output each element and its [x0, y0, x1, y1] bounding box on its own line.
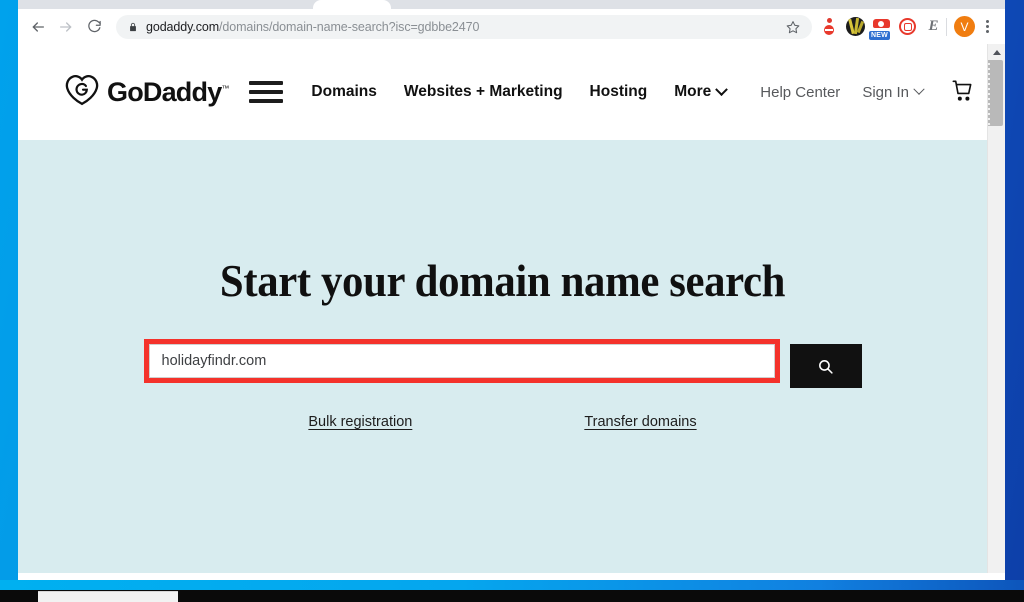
util-label: Help Center: [760, 83, 841, 101]
url-path: /domains/domain-name-search?isc=gdbbe247…: [219, 19, 480, 34]
hero-links: Bulk registration Transfer domains: [18, 414, 987, 430]
reload-button[interactable]: [80, 13, 108, 41]
godaddy-logo-text: GoDaddy: [107, 76, 222, 107]
domain-search-highlight: [143, 339, 780, 383]
chevron-down-icon: [715, 82, 729, 96]
hero-section: Start your domain name search holidayfin…: [18, 140, 987, 589]
browser-tab-strip: [18, 0, 1005, 9]
address-bar[interactable]: godaddy.com/domains/domain-name-search?i…: [116, 14, 812, 39]
browser-toolbar: godaddy.com/domains/domain-name-search?i…: [18, 9, 1005, 44]
nav-label: More: [674, 83, 712, 100]
red-ring-extension-icon[interactable]: [898, 17, 917, 36]
help-center-link[interactable]: Help Center: [760, 84, 840, 101]
godaddy-page: GoDaddy ™ Domains Websites + Marketing H…: [18, 44, 987, 589]
scrollbar-thumb[interactable]: [990, 60, 1003, 126]
sign-in-link[interactable]: Sign In: [862, 83, 925, 101]
page-viewport: GoDaddy ™ Domains Websites + Marketing H…: [18, 44, 1005, 589]
nav-label: Websites + Marketing: [403, 83, 563, 100]
extension-icons: NEW E: [818, 17, 943, 40]
dark-ball-extension-icon[interactable]: [846, 17, 865, 36]
godaddy-logo-icon: [65, 75, 99, 106]
red-camera-extension-icon[interactable]: NEW: [869, 17, 891, 40]
taskbar-window-preview[interactable]: [38, 591, 178, 602]
kebab-menu-icon[interactable]: [975, 15, 999, 39]
red-pin-extension-icon[interactable]: [820, 17, 839, 36]
domain-search-input[interactable]: [148, 344, 775, 378]
main-navigation: Domains Websites + Marketing Hosting Mor…: [311, 82, 729, 101]
toolbar-divider: [946, 17, 947, 36]
url-text: godaddy.com/domains/domain-name-search?i…: [146, 20, 782, 34]
browser-window: godaddy.com/domains/domain-name-search?i…: [18, 0, 1005, 589]
domain-search-row: [18, 339, 987, 388]
nav-item-hosting[interactable]: Hosting: [590, 83, 648, 101]
trademark-symbol: ™: [221, 84, 230, 93]
profile-avatar[interactable]: V: [954, 16, 975, 37]
nav-item-domains[interactable]: Domains: [311, 83, 376, 101]
back-button[interactable]: [24, 13, 52, 41]
godaddy-logo[interactable]: GoDaddy ™: [64, 75, 229, 109]
utility-navigation: Help Center Sign In: [760, 77, 975, 108]
vertical-scrollbar[interactable]: [987, 44, 1005, 589]
gray-lightning-extension-icon[interactable]: E: [924, 17, 943, 36]
lock-icon: [128, 21, 138, 33]
active-browser-tab[interactable]: [313, 0, 391, 9]
nav-item-websites-marketing[interactable]: Websites + Marketing: [404, 83, 563, 101]
transfer-domains-link[interactable]: Transfer domains: [584, 414, 696, 430]
forward-button[interactable]: [52, 13, 80, 41]
url-host: godaddy.com: [146, 19, 220, 34]
taskbar: [0, 590, 1024, 602]
page-title: Start your domain name search: [219, 255, 786, 306]
site-header: GoDaddy ™ Domains Websites + Marketing H…: [18, 44, 987, 140]
bookmark-star-icon[interactable]: [782, 16, 804, 38]
hamburger-menu-icon[interactable]: [249, 81, 284, 103]
desktop-accent-band: [0, 580, 1024, 590]
util-label: Sign In: [862, 83, 910, 101]
bulk-registration-link[interactable]: Bulk registration: [308, 414, 412, 430]
new-badge: NEW: [869, 31, 890, 40]
scroll-up-button[interactable]: [988, 44, 1005, 60]
domain-search-button[interactable]: [789, 344, 862, 388]
shopping-cart-icon[interactable]: [949, 77, 975, 108]
nav-item-more[interactable]: More: [674, 82, 729, 101]
chevron-down-icon: [913, 83, 925, 95]
desktop-background: godaddy.com/domains/domain-name-search?i…: [0, 0, 1024, 602]
nav-label: Domains: [311, 83, 377, 100]
nav-label: Hosting: [589, 83, 648, 100]
